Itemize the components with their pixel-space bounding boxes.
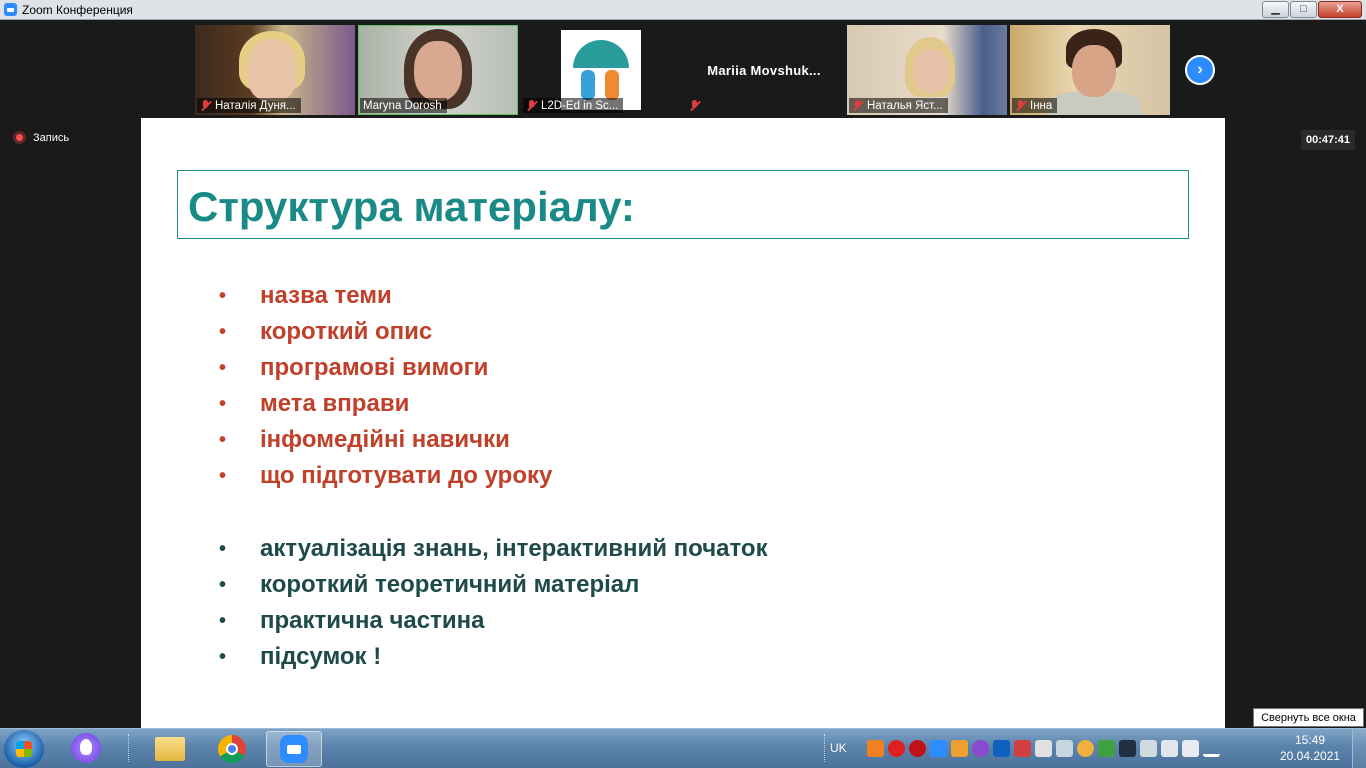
list-item: • короткий опис xyxy=(219,314,552,350)
list-item: • практична частина xyxy=(219,603,768,639)
slide-title: Структура матеріалу: xyxy=(188,183,635,230)
bullet: • xyxy=(219,610,227,632)
video-strip: Наталія Дуня... Maryna Dorosh L2D-Ed in … xyxy=(0,20,1366,118)
participant-name: Наталія Дуня... xyxy=(215,99,296,112)
maximize-button[interactable]: □ xyxy=(1290,1,1317,18)
taskbar-chrome-button[interactable] xyxy=(204,731,260,767)
folder-icon xyxy=(155,737,185,761)
opera-icon[interactable] xyxy=(908,739,926,757)
update-icon[interactable] xyxy=(1076,739,1094,757)
notes-icon[interactable] xyxy=(950,739,968,757)
device-icon[interactable] xyxy=(1034,739,1052,757)
slide-title-box: Структура матеріалу: xyxy=(177,170,1189,239)
monitor-icon[interactable] xyxy=(1118,739,1136,757)
list-item: • короткий теоретичний матеріал xyxy=(219,567,768,603)
bullet: • xyxy=(219,574,227,596)
clock-date: 20.04.2021 xyxy=(1280,749,1341,763)
recording-indicator[interactable]: Запись xyxy=(13,131,69,144)
system-tray: UK xyxy=(830,732,1220,764)
next-page-arrow-icon[interactable]: › xyxy=(1185,55,1215,85)
yandex-icon[interactable] xyxy=(887,739,905,757)
bullet: • xyxy=(219,538,227,560)
slide-list-red: • назва теми • короткий опис • програмові в… xyxy=(219,278,552,494)
bullet: • xyxy=(219,646,227,668)
participant-tile[interactable]: Наталія Дуня... xyxy=(195,25,355,115)
battery-icon[interactable] xyxy=(1097,739,1115,757)
list-item: • програмові вимоги xyxy=(219,350,552,386)
record-icon xyxy=(13,131,26,144)
chrome-icon xyxy=(218,735,246,763)
mic-muted-icon xyxy=(689,100,700,111)
alice-assistant-icon[interactable] xyxy=(71,733,101,763)
participant-tile[interactable]: Наталья Яст... xyxy=(847,25,1007,115)
participant-tile-active-speaker[interactable]: Maryna Dorosh xyxy=(358,25,518,115)
slide-list-dark: • актуалізація знань, інтерактивний почат… xyxy=(219,531,768,675)
app-tray-icon[interactable] xyxy=(1013,739,1031,757)
clock-time: 15:49 xyxy=(1294,733,1326,747)
mic-muted-icon xyxy=(200,100,211,111)
mic-muted-icon xyxy=(1015,100,1026,111)
list-item: • мета вправи xyxy=(219,386,552,422)
zoom-app-icon xyxy=(4,3,17,16)
participant-tile[interactable]: L2D-Ed in Sc... xyxy=(521,25,681,115)
bullet: • xyxy=(219,357,227,379)
recording-label: Запись xyxy=(33,131,70,144)
list-item: • актуалізація знань, інтерактивний почат… xyxy=(219,531,768,567)
taskbar-clock[interactable]: 15:49 20.04.2021 xyxy=(1280,732,1340,764)
viber-icon[interactable] xyxy=(971,739,989,757)
list-item: • назва теми xyxy=(219,278,552,314)
shared-slide: Структура матеріалу: • назва теми • коротк… xyxy=(141,118,1225,728)
flag-icon[interactable] xyxy=(1160,739,1178,757)
taskbar-zoom-button[interactable] xyxy=(266,731,322,767)
bullet: • xyxy=(219,429,227,451)
participant-name: Інна xyxy=(1030,99,1053,112)
bullet: • xyxy=(219,465,227,487)
start-button[interactable] xyxy=(4,730,44,768)
close-button[interactable]: X xyxy=(1318,1,1362,18)
show-desktop-button[interactable] xyxy=(1352,729,1366,768)
participant-name: Mariia Movshuk... xyxy=(707,63,821,78)
avast-icon[interactable] xyxy=(866,739,884,757)
participant-tile[interactable]: Інна xyxy=(1010,25,1170,115)
list-item: • що підготувати до уроку xyxy=(219,458,552,494)
participant-name: Наталья Яст... xyxy=(867,99,943,112)
network-error-icon[interactable] xyxy=(1181,739,1199,757)
window-title: Zoom Конференция xyxy=(22,2,133,17)
show-desktop-tooltip: Свернуть все окна xyxy=(1253,708,1364,727)
window-title-bar: Zoom Конференция ▁ □ X xyxy=(0,0,1366,20)
mic-muted-icon xyxy=(526,100,537,111)
taskbar-separator xyxy=(824,734,827,762)
taskbar-separator xyxy=(128,734,131,762)
audio-device-icon[interactable] xyxy=(1055,739,1073,757)
malwarebytes-icon[interactable] xyxy=(992,739,1010,757)
meeting-timer: 00:47:41 xyxy=(1301,130,1355,150)
windows-logo-icon xyxy=(16,741,32,757)
participant-name: Maryna Dorosh xyxy=(363,99,442,112)
participant-tile[interactable]: Mariia Movshuk... xyxy=(684,25,844,115)
volume-icon[interactable] xyxy=(1139,739,1157,757)
list-item: • підсумок ! xyxy=(219,639,768,675)
zoom-tray-icon[interactable] xyxy=(929,739,947,757)
participant-name: L2D-Ed in Sc... xyxy=(541,99,619,112)
mic-muted-icon xyxy=(852,100,863,111)
taskbar-explorer-button[interactable] xyxy=(142,731,198,767)
zoom-icon xyxy=(280,735,308,763)
signal-icon[interactable] xyxy=(1202,740,1220,757)
list-item: • інфомедійні навички xyxy=(219,422,552,458)
bullet: • xyxy=(219,393,227,415)
bullet: • xyxy=(219,285,227,307)
bullet: • xyxy=(219,321,227,343)
minimize-button[interactable]: ▁ xyxy=(1262,1,1289,18)
language-indicator[interactable]: UK xyxy=(830,741,847,755)
